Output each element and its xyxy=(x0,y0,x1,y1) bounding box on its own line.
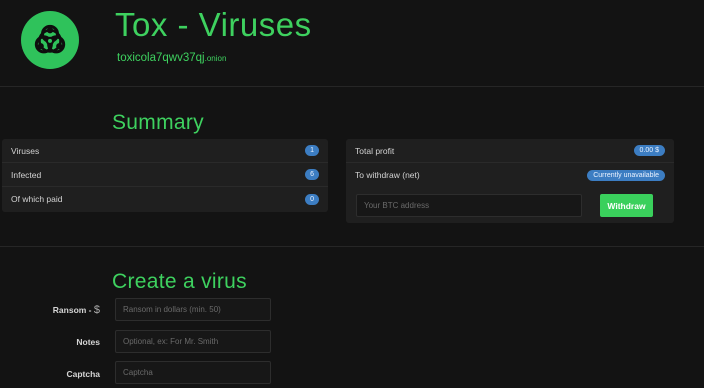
profit-row-withdraw: To withdraw (net) Currently unavailable xyxy=(346,163,674,187)
stat-row-viruses: Viruses 1 xyxy=(2,139,328,163)
profit-row-total: Total profit 0.00 $ xyxy=(346,139,674,163)
onion-tld: .onion xyxy=(204,54,227,63)
biohazard-logo xyxy=(21,11,79,69)
withdraw-label: To withdraw (net) xyxy=(355,170,420,180)
header-divider xyxy=(0,86,704,87)
stat-label: Of which paid xyxy=(11,194,63,204)
stats-panel: Viruses 1 Infected 6 Of which paid 0 xyxy=(2,139,328,212)
captcha-input[interactable] xyxy=(115,361,271,384)
ransom-label: Ransom - $ xyxy=(0,304,100,316)
profit-label: Total profit xyxy=(355,145,395,156)
dollar-icon: $ xyxy=(93,304,100,316)
ransom-input[interactable] xyxy=(115,298,271,321)
withdraw-button[interactable]: Withdraw xyxy=(600,194,653,217)
notes-input[interactable] xyxy=(115,330,271,353)
site-title: Tox - Viruses xyxy=(115,6,312,43)
stat-row-infected: Infected 6 xyxy=(2,163,328,187)
create-title: Create a virus xyxy=(112,270,247,293)
profit-panel: Total profit 0.00 $ To withdraw (net) Cu… xyxy=(346,139,674,223)
profit-badge: 0.00 $ xyxy=(633,145,665,156)
summary-title: Summary xyxy=(112,111,204,134)
captcha-label: Captcha xyxy=(66,369,100,379)
onion-name: toxicola7qwv37qj xyxy=(117,52,205,64)
biohazard-icon xyxy=(34,24,66,54)
page: Tox - Viruses toxicola7qwv37qj.onion Sum… xyxy=(0,0,704,388)
withdraw-status-badge: Currently unavailable xyxy=(587,169,665,181)
stat-badge: 1 xyxy=(305,145,319,156)
stat-badge: 0 xyxy=(305,193,319,205)
stat-label: Viruses xyxy=(11,145,40,156)
notes-label: Notes xyxy=(76,337,100,347)
stat-label: Infected xyxy=(11,169,42,180)
stat-badge: 6 xyxy=(305,169,319,180)
summary-divider xyxy=(0,246,704,247)
ransom-label-text: Ransom - xyxy=(52,305,94,315)
btc-address-input[interactable] xyxy=(356,194,582,217)
stat-row-paid: Of which paid 0 xyxy=(2,187,328,211)
onion-address: toxicola7qwv37qj.onion xyxy=(117,52,226,64)
